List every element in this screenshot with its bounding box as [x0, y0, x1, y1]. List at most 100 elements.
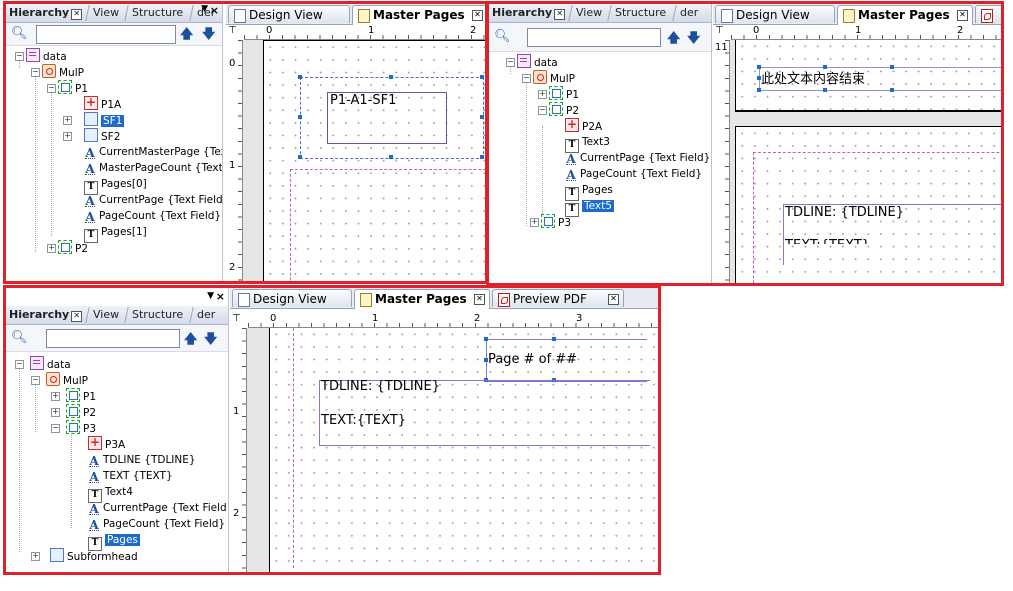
resize-handle[interactable]	[480, 115, 484, 119]
tree-item[interactable]: P3A	[88, 434, 125, 452]
tree-item[interactable]: data	[26, 48, 67, 64]
tree-item[interactable]: SF2	[84, 128, 120, 144]
arrow-down-icon[interactable]: 🡇	[202, 25, 215, 47]
close-icon[interactable]: ✕	[472, 10, 483, 21]
tree-item[interactable]: Text3	[565, 134, 610, 153]
resize-handle[interactable]	[298, 115, 302, 119]
tab-structure[interactable]: Structure	[124, 5, 191, 21]
resize-handle[interactable]	[484, 358, 488, 362]
tree-item[interactable]: P3	[541, 214, 571, 230]
tree-item[interactable]: TDLINE {TDLINE}	[88, 452, 196, 468]
arrow-down-icon[interactable]: 🡇	[204, 330, 217, 352]
collapse-toggle[interactable]: −	[522, 74, 531, 83]
tree-item[interactable]: CurrentMasterPage {Tex	[84, 144, 222, 160]
tree-item[interactable]: P2A	[565, 116, 602, 134]
expand-toggle[interactable]: +	[31, 552, 40, 561]
tree-item[interactable]: Subformhead	[50, 548, 138, 564]
collapse-toggle[interactable]: −	[15, 52, 24, 61]
dropdown-icon[interactable]: ▼	[201, 4, 208, 14]
tree-item[interactable]: data	[517, 54, 558, 70]
tab-design-view[interactable]: Design View	[232, 289, 352, 307]
tree-item[interactable]: MasterPageCount {Text	[84, 160, 222, 176]
resize-handle[interactable]	[823, 88, 827, 92]
resize-handle[interactable]	[823, 65, 827, 69]
tree-item[interactable]: MulP	[42, 64, 84, 80]
close-icon[interactable]: ✕	[71, 311, 83, 322]
resize-handle[interactable]	[890, 88, 894, 92]
collapse-toggle[interactable]: −	[47, 84, 56, 93]
resize-handle[interactable]	[484, 337, 488, 341]
search-input[interactable]	[36, 25, 176, 44]
tab-hierarchy[interactable]: Hierarchy ✕	[6, 307, 85, 323]
tree-item[interactable]: P1	[66, 388, 96, 404]
search-input[interactable]	[46, 329, 180, 348]
resize-handle[interactable]	[757, 88, 761, 92]
close-icon[interactable]: ✕	[608, 294, 619, 305]
arrow-down-icon[interactable]: 🡇	[687, 29, 700, 51]
tab-master-pages[interactable]: Master Pages ✕	[352, 5, 485, 25]
tree-item[interactable]: Pages[1]	[84, 224, 147, 243]
tab-design-view[interactable]: Design View	[228, 5, 350, 23]
tree-item[interactable]: PageCount {Text Field}	[565, 166, 702, 182]
close-icon[interactable]: ×	[210, 4, 219, 17]
collapse-toggle[interactable]: −	[31, 376, 40, 385]
resize-handle[interactable]	[298, 155, 302, 159]
tree-item[interactable]: data	[30, 356, 71, 372]
tab-master-pages[interactable]: Master Pages ✕	[837, 5, 973, 25]
search-input[interactable]	[527, 28, 661, 47]
tree-item[interactable]: Text4	[88, 484, 133, 503]
tab-partial[interactable]: der	[188, 307, 222, 323]
tree-item[interactable]: PageCount {Text Field}	[88, 516, 225, 532]
arrow-up-icon[interactable]: 🡅	[180, 25, 193, 47]
resize-handle[interactable]	[298, 75, 302, 79]
tree-item[interactable]: P2	[66, 404, 96, 420]
resize-handle[interactable]	[480, 155, 484, 159]
tree-item[interactable]: Pages[0]	[84, 176, 147, 195]
collapse-toggle[interactable]: −	[15, 360, 24, 369]
collapse-toggle[interactable]: −	[51, 424, 60, 433]
resize-handle[interactable]	[890, 65, 894, 69]
tab-view[interactable]: View	[85, 5, 127, 21]
close-icon[interactable]: ✕	[554, 9, 566, 20]
tree-item[interactable]: MulP	[46, 372, 88, 388]
tree-item[interactable]: CurrentPage {Text Field	[88, 500, 227, 516]
tree-item[interactable]: PageCount {Text Field}	[84, 208, 221, 224]
tree-item[interactable]: P1	[58, 80, 88, 96]
resize-handle[interactable]	[757, 65, 761, 69]
tree-item[interactable]: Text5	[565, 198, 614, 217]
expand-toggle[interactable]: +	[51, 408, 60, 417]
dropdown-icon[interactable]: ▼	[207, 291, 214, 301]
tab-view[interactable]: View	[85, 307, 127, 323]
search-icon[interactable]: 🔍︎	[11, 26, 28, 41]
resize-handle[interactable]	[552, 337, 556, 341]
tab-view[interactable]: View	[568, 5, 610, 21]
tree-item[interactable]: TEXT {TEXT}	[88, 468, 173, 484]
tab-partial[interactable]: der	[671, 5, 705, 21]
tab-design-view[interactable]: Design View	[715, 5, 835, 23]
tab-hierarchy[interactable]: Hierarchy ✕	[489, 5, 568, 21]
arrow-up-icon[interactable]: 🡅	[667, 29, 680, 51]
expand-toggle[interactable]: +	[538, 90, 547, 99]
expand-toggle[interactable]: +	[51, 392, 60, 401]
collapse-toggle[interactable]: −	[538, 106, 547, 115]
resize-handle[interactable]	[480, 75, 484, 79]
tab-preview-pdf[interactable]: Preview PDF ✕	[492, 289, 624, 307]
close-icon[interactable]: ✕	[474, 294, 485, 305]
tree-item[interactable]: P2	[58, 240, 88, 256]
search-icon[interactable]: 🔍︎	[494, 29, 511, 44]
tree-item[interactable]: MulP	[533, 70, 575, 86]
tree-item[interactable]: P1	[549, 86, 579, 102]
tree-item[interactable]: SF1	[84, 112, 125, 128]
tab-hierarchy[interactable]: Hierarchy ✕	[6, 5, 85, 21]
tab-structure[interactable]: Structure	[124, 307, 191, 323]
tree-item[interactable]: CurrentPage {Text Field}	[565, 150, 710, 166]
tree-item[interactable]: Pages	[565, 182, 613, 201]
tab-preview-pdf[interactable]	[975, 5, 1001, 23]
resize-handle[interactable]	[389, 155, 393, 159]
close-icon[interactable]: ✕	[957, 10, 968, 21]
close-icon[interactable]: ×	[216, 290, 225, 303]
arrow-up-icon[interactable]: 🡅	[184, 330, 197, 352]
tree-item[interactable]: Pages	[88, 532, 140, 551]
expand-toggle[interactable]: +	[63, 116, 72, 125]
collapse-toggle[interactable]: −	[31, 68, 40, 77]
